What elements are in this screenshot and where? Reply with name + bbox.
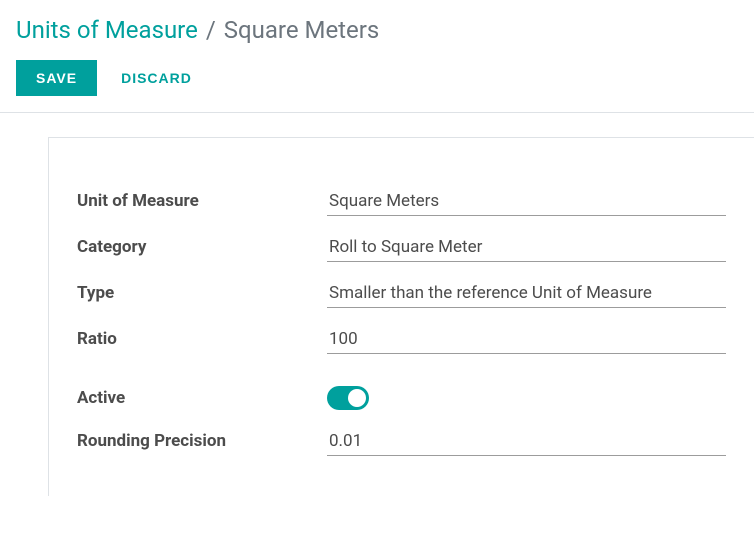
- type-label: Type: [77, 283, 327, 303]
- action-buttons: SAVE DISCARD: [16, 60, 738, 96]
- active-label: Active: [77, 388, 327, 408]
- toggle-knob: [348, 389, 366, 407]
- form-container: Unit of Measure Square Meters Category R…: [48, 137, 754, 496]
- unit-of-measure-input[interactable]: Square Meters: [327, 186, 726, 216]
- rounding-precision-row: Rounding Precision 0.01: [77, 426, 726, 456]
- active-row: Active: [77, 386, 726, 410]
- active-toggle[interactable]: [327, 386, 369, 410]
- breadcrumb-separator: /: [206, 16, 216, 44]
- type-select[interactable]: Smaller than the reference Unit of Measu…: [327, 278, 726, 308]
- active-toggle-container: [327, 386, 726, 410]
- ratio-label: Ratio: [77, 329, 327, 349]
- breadcrumb: Units of Measure / Square Meters: [16, 16, 738, 44]
- header-divider: [0, 112, 754, 113]
- category-row: Category Roll to Square Meter: [77, 232, 726, 262]
- ratio-row: Ratio 100: [77, 324, 726, 354]
- unit-of-measure-label: Unit of Measure: [77, 191, 327, 211]
- breadcrumb-parent-link[interactable]: Units of Measure: [16, 16, 198, 44]
- save-button[interactable]: SAVE: [16, 60, 97, 96]
- category-input[interactable]: Roll to Square Meter: [327, 232, 726, 262]
- rounding-precision-input[interactable]: 0.01: [327, 426, 726, 456]
- rounding-precision-label: Rounding Precision: [77, 431, 327, 451]
- discard-button[interactable]: DISCARD: [113, 60, 200, 96]
- category-label: Category: [77, 237, 327, 257]
- ratio-input[interactable]: 100: [327, 324, 726, 354]
- breadcrumb-current: Square Meters: [224, 16, 380, 44]
- type-row: Type Smaller than the reference Unit of …: [77, 278, 726, 308]
- unit-of-measure-row: Unit of Measure Square Meters: [77, 186, 726, 216]
